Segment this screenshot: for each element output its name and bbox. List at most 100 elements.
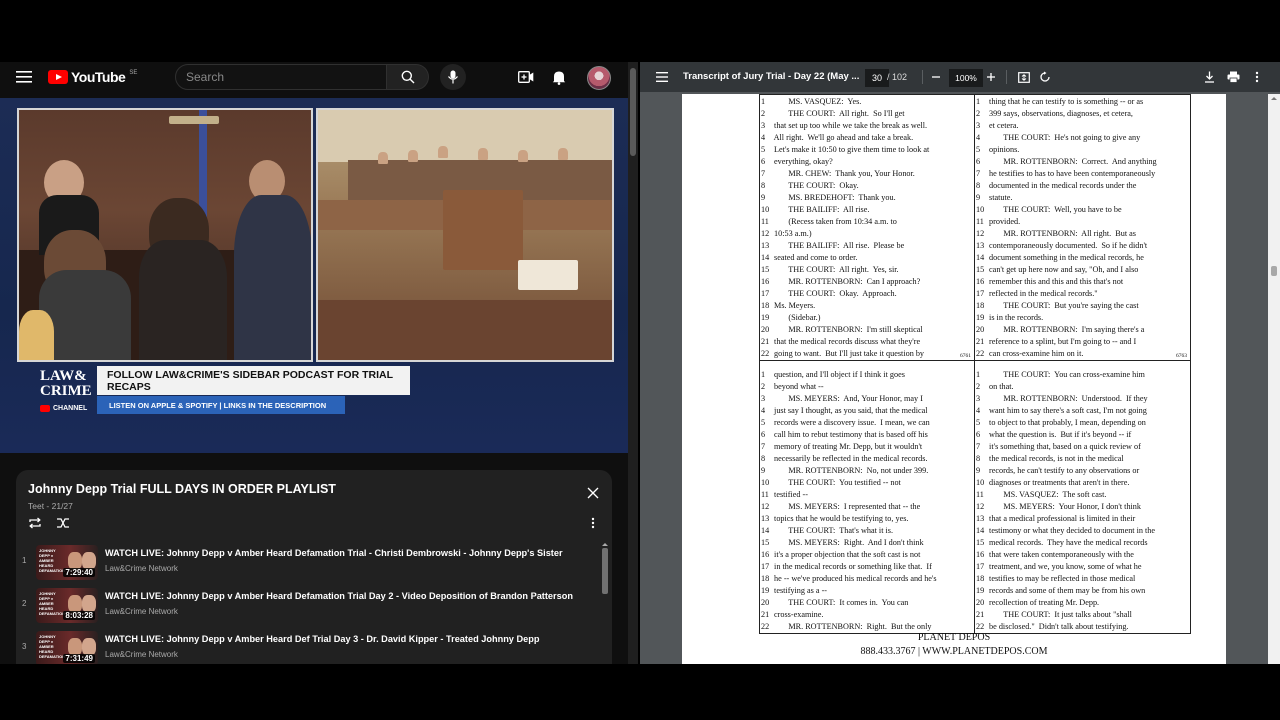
line-number: 11 <box>976 217 984 226</box>
search-button[interactable] <box>387 64 429 90</box>
transcript-line: 2 on that. <box>976 381 1190 393</box>
line-text: testifying as a -- <box>772 586 828 595</box>
print-icon[interactable] <box>1226 70 1240 84</box>
line-number: 18 <box>976 574 985 583</box>
playlist-item[interactable]: 2 JOHNNY DEPP v AMBER HEARD DEFAMATION 8… <box>16 585 600 627</box>
transcript-line: 14 document something in the medical rec… <box>976 252 1190 264</box>
transcript-line: 18 he -- we've produced his medical reco… <box>761 573 974 585</box>
playlist-item-thumbnail[interactable]: JOHNNY DEPP v AMBER HEARD DEFAMATION 7:2… <box>36 545 98 580</box>
pdf-scrollbar[interactable] <box>1268 94 1280 664</box>
line-number: 20 <box>761 325 770 334</box>
video-feed-right <box>316 108 614 362</box>
line-text: reflected in the medical records." <box>987 289 1098 298</box>
menu-icon[interactable] <box>656 71 668 82</box>
transcript-line: 12 MR. ROTTENBORN: All right. But as <box>976 228 1190 240</box>
pdf-toolbar: Transcript of Jury Trial - Day 22 (May .… <box>640 62 1280 92</box>
line-number: 10 <box>761 478 770 487</box>
line-number: 16 <box>761 277 770 286</box>
line-number: 20 <box>761 598 770 607</box>
fit-page-icon[interactable] <box>1017 70 1031 84</box>
playlist-item[interactable]: 3 JOHNNY DEPP v AMBER HEARD DEFAMATION 7… <box>16 628 600 664</box>
close-icon[interactable] <box>586 486 600 500</box>
create-button[interactable] <box>516 67 536 87</box>
playlist-item-channel[interactable]: Law&Crime Network <box>105 607 178 616</box>
line-number: 13 <box>976 514 985 523</box>
line-number: 4 <box>976 133 981 142</box>
bell-icon <box>552 71 566 85</box>
playlist-item-thumbnail[interactable]: JOHNNY DEPP v AMBER HEARD DEFAMATION 7:3… <box>36 631 98 664</box>
footer-contact: 888.433.3767 | WWW.PLANETDEPOS.COM <box>860 646 1048 657</box>
page-number-input[interactable] <box>865 69 889 87</box>
line-text: medical records. They have the medical r… <box>987 538 1148 547</box>
playlist-scrollbar[interactable] <box>601 542 609 664</box>
logo-line2: CRIME <box>40 383 92 399</box>
notifications-button[interactable] <box>549 67 569 87</box>
line-text: testimony or what they decided to docume… <box>987 526 1156 535</box>
loop-icon[interactable] <box>28 516 42 530</box>
line-number: 19 <box>976 586 985 595</box>
playlist-item[interactable]: 1 JOHNNY DEPP v AMBER HEARD DEFAMATION 7… <box>16 542 600 584</box>
playlist-item-title[interactable]: WATCH LIVE: Johnny Depp v Amber Heard De… <box>105 591 573 601</box>
transcript-quadrant-bottom-right: 1 THE COURT: You can cross-examine him 2 … <box>974 360 1191 634</box>
transcript-line: 8 the medical records, is not in the med… <box>976 453 1190 465</box>
playlist-item-title[interactable]: WATCH LIVE: Johnny Depp v Amber Heard De… <box>105 548 563 558</box>
more-icon[interactable] <box>588 516 598 530</box>
playlist-item-channel[interactable]: Law&Crime Network <box>105 564 178 573</box>
avatar[interactable] <box>587 66 611 90</box>
line-text: necessarily be reflected in the medical … <box>772 454 928 463</box>
line-text: documented in the medical records under … <box>987 181 1137 190</box>
menu-icon[interactable] <box>16 71 32 83</box>
voice-search-button[interactable] <box>440 64 466 90</box>
line-number: 3 <box>761 121 766 130</box>
pdf-scrollbar-thumb[interactable] <box>1271 266 1277 276</box>
line-number: 4 <box>761 133 766 142</box>
line-number: 12 <box>761 229 770 238</box>
line-number: 1 <box>976 370 981 379</box>
line-number: 15 <box>976 538 985 547</box>
zoom-out-icon[interactable] <box>929 70 943 84</box>
page-scrollbar[interactable] <box>628 62 638 664</box>
transcript-line: 9 MS. BREDEHOFT: Thank you. <box>761 192 974 204</box>
line-text: MS. BREDEHOFT: Thank you. <box>772 193 896 202</box>
transcript-line: 13 contemporaneously documented. So if h… <box>976 240 1190 252</box>
transcript-line: 15 THE COURT: All right. Yes, sir. <box>761 264 974 276</box>
logo-channel-text: CHANNEL <box>53 405 88 412</box>
line-number: 19 <box>761 313 770 322</box>
more-icon[interactable] <box>1252 70 1262 84</box>
line-text: he testifies to has to have been contemp… <box>987 169 1156 178</box>
playlist-item-channel[interactable]: Law&Crime Network <box>105 650 178 659</box>
rotate-icon[interactable] <box>1038 70 1052 84</box>
line-number: 6 <box>761 157 766 166</box>
playlist-scrollbar-thumb[interactable] <box>602 548 608 594</box>
line-text: THE COURT: Well, you have to be <box>987 205 1122 214</box>
shuffle-icon[interactable] <box>56 516 70 530</box>
zoom-input[interactable] <box>949 69 983 87</box>
video-player[interactable]: LAW& CRIME CHANNEL FOLLOW LAW&CRIME'S SI… <box>0 98 628 453</box>
line-number: 15 <box>761 265 770 274</box>
line-number: 16 <box>761 550 770 559</box>
line-number: 7 <box>761 169 766 178</box>
page-scrollbar-thumb[interactable] <box>630 68 636 156</box>
transcript-line: 14 seated and come to order. <box>761 252 974 264</box>
country-code: SE <box>129 70 138 76</box>
line-number: 17 <box>761 562 770 571</box>
zoom-in-icon[interactable] <box>984 70 998 84</box>
pdf-page: 1 MS. VASQUEZ: Yes. 2 THE COURT: All righ… <box>682 94 1226 664</box>
download-icon[interactable] <box>1202 70 1216 84</box>
youtube-logo[interactable]: YouTube SE <box>48 69 137 85</box>
line-text: beyond what -- <box>772 382 824 391</box>
playlist-title[interactable]: Johnny Depp Trial FULL DAYS IN ORDER PLA… <box>28 482 336 496</box>
line-text: THE COURT: That's what it is. <box>772 526 894 535</box>
transcript-line: 7 MR. CHEW: Thank you, Your Honor. <box>761 168 974 180</box>
line-text: opinions. <box>987 145 1020 154</box>
transcript-line: 14 THE COURT: That's what it is. <box>761 525 974 537</box>
line-number: 17 <box>761 289 770 298</box>
search-input[interactable] <box>176 65 386 89</box>
playlist-item-thumbnail[interactable]: JOHNNY DEPP v AMBER HEARD DEFAMATION 8:0… <box>36 588 98 623</box>
line-text: that were taken contemporaneously with t… <box>987 550 1134 559</box>
playlist-item-title[interactable]: WATCH LIVE: Johnny Depp v Amber Heard De… <box>105 634 539 644</box>
line-number: 6 <box>976 430 981 439</box>
line-text: statute. <box>987 193 1013 202</box>
transcript-quadrant-top-right: 1 thing that he can testify to is someth… <box>974 94 1191 361</box>
transcript-quadrant-top-left: 1 MS. VASQUEZ: Yes. 2 THE COURT: All righ… <box>759 94 975 361</box>
